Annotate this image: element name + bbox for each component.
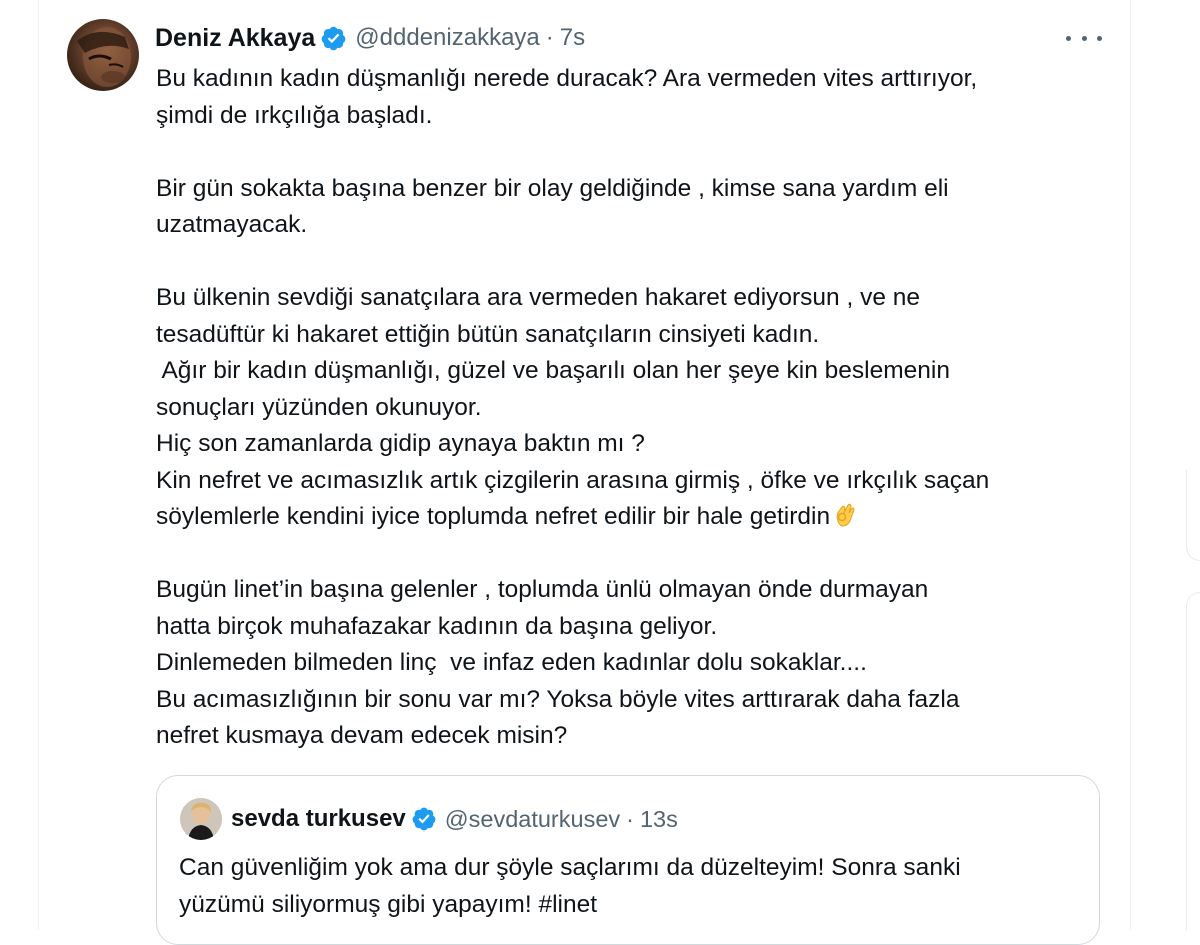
tweet-header: Deniz Akkaya @dddenizakkaya · 7s	[155, 20, 585, 56]
tweet-line: Bir gün sokakta başına benzer bir olay g…	[156, 174, 949, 202]
tweet-line: Bu kadının kadın düşmanlığı nerede durac…	[156, 65, 978, 92]
verified-badge-icon	[320, 25, 347, 52]
quoted-tweet-text: Can güvenliğim yok ama dur şöyle saçları…	[179, 849, 1079, 923]
quoted-author-name[interactable]: sevda turkusev	[231, 805, 406, 833]
tweet-line: sonuçları yüzünden okunuyor.	[156, 393, 482, 421]
avatar-photo	[77, 27, 131, 87]
quoted-avatar[interactable]	[180, 798, 222, 840]
tweet-line: tesadüftür ki hakaret ettiğin bütün sana…	[156, 320, 820, 348]
sidebar-card-edge	[1186, 470, 1200, 561]
tweet-line: hatta birçok muhafazakar kadının da başı…	[156, 612, 718, 640]
quoted-tweet-header: sevda turkusev @sevdaturkusev · 13s	[231, 802, 678, 836]
tweet-line: söylemlerle kendini iyice toplumda nefre…	[156, 503, 831, 530]
tweet-text: Bu kadının kadın düşmanlığı nerede durac…	[156, 61, 1116, 755]
separator-dot: ·	[626, 805, 634, 832]
timeline-column-border-right	[1130, 0, 1131, 930]
tweet-line: uzatmayacak.	[156, 211, 308, 238]
quoted-tweet[interactable]: sevda turkusev @sevdaturkusev · 13s Can …	[156, 775, 1100, 945]
quoted-line: Can güvenliğim yok ama dur şöyle saçları…	[179, 854, 961, 881]
tweet-line: Bu ülkenin sevdiği sanatçılara ara verme…	[156, 284, 921, 311]
quoted-author-handle[interactable]: @sevdaturkusev	[445, 806, 620, 833]
sidebar-card-edge	[1186, 592, 1200, 931]
tweet-line: nefret kusmaya devam edecek misin?	[156, 722, 568, 749]
separator-dot: ·	[545, 24, 554, 51]
tweet-line: Kin nefret ve acımasızlık artık çizgiler…	[156, 466, 990, 494]
ok-hand-emoji	[832, 501, 858, 529]
tweet-line: Ağır bir kadın düşmanlığı, güzel ve başa…	[156, 357, 950, 384]
tweet-line: şimdi de ırkçılığa başladı.	[156, 101, 433, 129]
verified-badge-icon	[411, 806, 437, 832]
more-horizontal-icon[interactable]	[1066, 26, 1102, 50]
quoted-avatar-photo	[180, 798, 222, 840]
tweet-line-with-emoji: söylemlerle kendini iyice toplumda nefre…	[156, 499, 1116, 536]
tweet-line: Bugün linet’in başına gelenler , toplumd…	[156, 576, 929, 603]
author-handle[interactable]: @dddenizakkaya	[355, 24, 539, 52]
timeline-column-border-left	[38, 0, 39, 930]
tweet-line: Hiç son zamanlarda gidip aynaya baktın m…	[156, 430, 645, 457]
author-name[interactable]: Deniz Akkaya	[155, 24, 315, 53]
quoted-line: yüzümü siliyormuş gibi yapayım! #linet	[179, 891, 598, 918]
quoted-timestamp[interactable]: 13s	[640, 806, 678, 833]
tweet-timestamp[interactable]: 7s	[560, 24, 585, 52]
tweet-line: Bu acımasızlığının bir sonu var mı? Yoks…	[156, 685, 960, 713]
tweet-line: Dinlemeden bilmeden linç ve infaz eden k…	[156, 649, 867, 676]
avatar[interactable]	[67, 19, 139, 91]
